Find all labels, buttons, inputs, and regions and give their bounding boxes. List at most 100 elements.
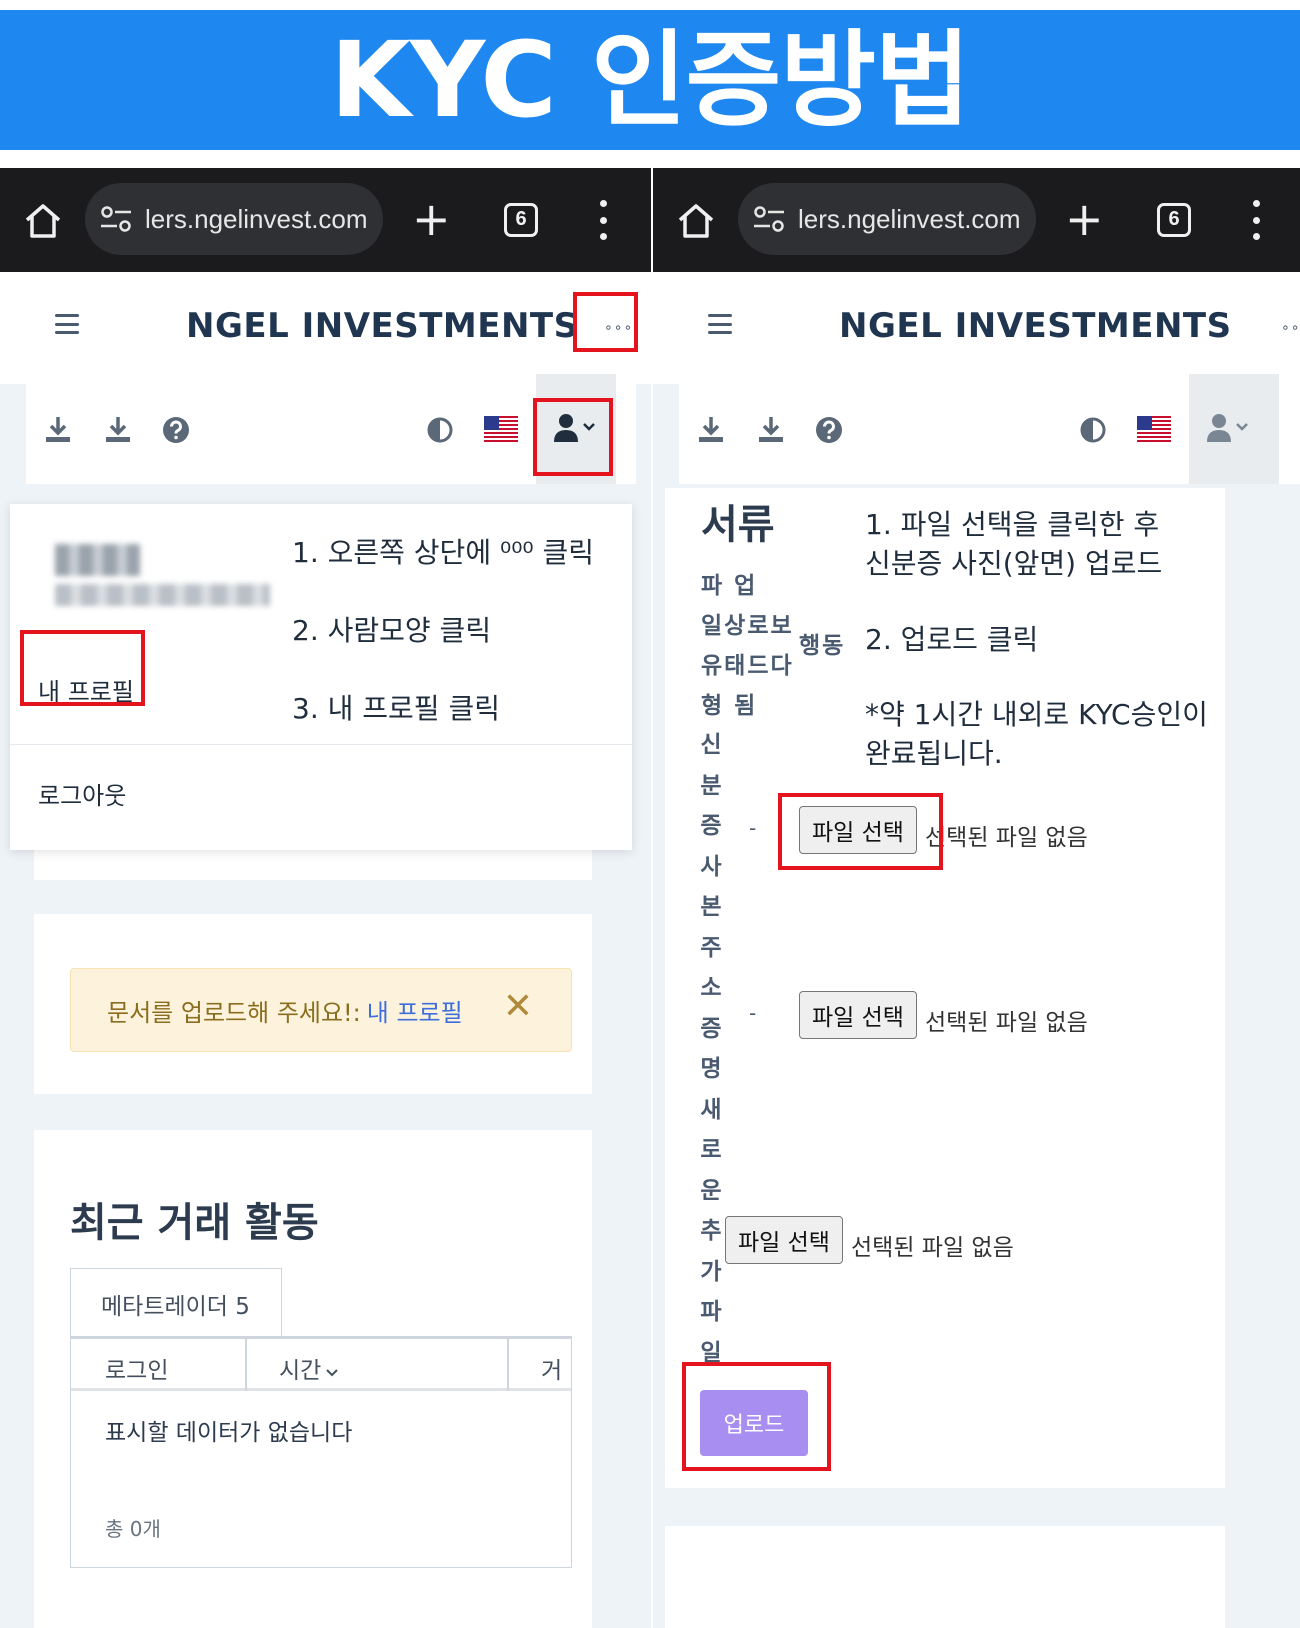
instruction-step: 2. 사람모양 클릭 xyxy=(292,614,492,647)
label-char: 운 xyxy=(700,1177,722,1204)
total-count: 총 0개 xyxy=(105,1517,161,1541)
next-card xyxy=(665,1526,1225,1628)
new-tab-icon[interactable]: + xyxy=(412,196,451,242)
download-icon[interactable] xyxy=(102,414,134,446)
column-divider xyxy=(245,1339,247,1391)
browser-toolbar: lers.ngelinvest.com + 6 xyxy=(0,168,651,272)
address-bar[interactable]: lers.ngelinvest.com xyxy=(85,183,383,255)
theme-toggle-icon[interactable] xyxy=(1077,414,1109,446)
label-char: 추 xyxy=(700,1218,722,1244)
label-char: 증 xyxy=(700,1015,722,1042)
alert-text: 문서를 업로드해 주세요!: xyxy=(107,998,361,1027)
menu-item-logout[interactable]: 로그아웃 xyxy=(38,776,126,811)
chevron-down-icon xyxy=(326,1369,339,1377)
upload-alert: 문서를 업로드해 주세요!: 내 프로필 ✕ xyxy=(70,968,572,1052)
label-char: 새 xyxy=(700,1096,722,1123)
right-phone-screenshot: lers.ngelinvest.com + 6 NGEL INVESTMENTS… xyxy=(651,168,1300,1628)
no-file-text: 선택된 파일 없음 xyxy=(925,825,1088,851)
instruction-steps: 1. 오른쪽 상단에 ⁰⁰⁰ 클릭 2. 사람모양 클릭 3. 내 프로필 클릭 xyxy=(292,536,594,770)
label-char: 일 xyxy=(700,1339,722,1366)
home-icon[interactable] xyxy=(675,200,717,242)
blurred-email xyxy=(55,584,270,606)
tab-switcher-icon[interactable]: 6 xyxy=(1157,203,1191,237)
instruction-step: 1. 파일 선택을 클릭한 후 xyxy=(865,508,1160,541)
label-char: 주 xyxy=(700,934,722,961)
label-char: 분 xyxy=(700,772,722,799)
close-icon[interactable]: ✕ xyxy=(503,989,533,1025)
status-dash: - xyxy=(749,1001,757,1025)
account-toolbar xyxy=(26,374,636,484)
documents-title: 서류 xyxy=(701,502,775,548)
tab-switcher-icon[interactable]: 6 xyxy=(504,203,538,237)
instruction-step: 3. 내 프로필 클릭 xyxy=(292,692,500,725)
label-char: 소 xyxy=(700,975,722,1001)
label-char: 로 xyxy=(700,1137,722,1163)
download-icon[interactable] xyxy=(755,414,787,446)
download-icon[interactable] xyxy=(695,414,727,446)
more-options-icon[interactable]: ∘∘∘ xyxy=(604,320,633,336)
home-icon[interactable] xyxy=(22,200,64,242)
column-divider xyxy=(507,1339,509,1391)
instruction-step: 2. 업로드 클릭 xyxy=(865,623,1039,657)
menu-item-my-profile[interactable]: 내 프로필 xyxy=(38,672,134,707)
table-header: 로그인 시간 거 xyxy=(71,1339,571,1391)
no-file-text: 선택된 파일 없음 xyxy=(851,1235,1014,1261)
no-file-text: 선택된 파일 없음 xyxy=(925,1010,1088,1036)
file-select-button[interactable]: 파일 선택 xyxy=(725,1216,843,1264)
site-header: NGEL INVESTMENTS ∘∘∘ xyxy=(0,272,651,384)
blurred-username xyxy=(55,544,140,576)
instruction-step: 1. 오른쪽 상단에 ⁰⁰⁰ 클릭 xyxy=(292,536,595,569)
hamburger-icon[interactable] xyxy=(708,314,732,334)
empty-message: 표시할 데이터가 없습니다 xyxy=(105,1420,353,1446)
url-text: lers.ngelinvest.com xyxy=(145,203,368,234)
column-time-label: 시간 xyxy=(279,1358,322,1384)
title-banner: KYC 인증방법 xyxy=(0,10,1300,150)
user-icon xyxy=(1207,414,1248,442)
account-toolbar xyxy=(679,374,1300,484)
hamburger-icon[interactable] xyxy=(55,314,79,334)
status-dash: - xyxy=(749,816,757,840)
upload-button[interactable]: 업로드 xyxy=(700,1390,808,1456)
column-login[interactable]: 로그인 xyxy=(105,1351,168,1385)
user-menu-button[interactable] xyxy=(1189,374,1279,484)
instruction-note: 완료됩니다. xyxy=(865,736,1003,770)
column-header: 형 됨 xyxy=(701,693,758,719)
new-tab-icon[interactable]: + xyxy=(1065,196,1104,242)
user-menu-button[interactable] xyxy=(536,374,616,484)
file-select-button[interactable]: 파일 선택 xyxy=(799,991,917,1039)
help-icon[interactable] xyxy=(813,414,845,446)
label-char: 본 xyxy=(700,894,722,920)
alert-profile-link[interactable]: 내 프로필 xyxy=(367,993,463,1028)
theme-toggle-icon[interactable] xyxy=(424,414,456,446)
label-char: 명 xyxy=(700,1056,722,1082)
recent-activity-title: 최근 거래 활동 xyxy=(70,1200,319,1246)
instruction-steps: 1. 파일 선택을 클릭한 후 신분증 사진(앞면) 업로드 2. 업로드 클릭… xyxy=(865,506,1208,773)
more-options-icon[interactable]: ∘∘∘ xyxy=(1281,320,1300,336)
file-select-button[interactable]: 파일 선택 xyxy=(799,806,917,854)
document-label-id-copy: 신 분 증 사 본 주 소 증 명 새 로 운 xyxy=(696,734,726,1220)
label-char: 사 xyxy=(700,853,722,880)
us-flag-icon[interactable] xyxy=(1137,416,1171,442)
column-header-action: 행동 xyxy=(799,633,846,659)
address-bar[interactable]: lers.ngelinvest.com xyxy=(738,183,1036,255)
label-char: 신 xyxy=(700,732,722,758)
us-flag-icon[interactable] xyxy=(484,416,518,442)
site-settings-icon[interactable] xyxy=(99,204,133,234)
column-truncated[interactable]: 거 xyxy=(541,1351,562,1385)
download-icon[interactable] xyxy=(42,414,74,446)
label-char: 증 xyxy=(700,813,722,839)
help-icon[interactable] xyxy=(160,414,192,446)
browser-menu-icon[interactable] xyxy=(598,200,608,240)
column-header: 일상로보 xyxy=(701,613,794,639)
document-label-extra-file: 추 가 파 일 xyxy=(696,1220,726,1382)
tab-metatrader5[interactable]: 메타트레이더 5 xyxy=(70,1268,282,1338)
column-time[interactable]: 시간 xyxy=(279,1351,339,1385)
browser-toolbar: lers.ngelinvest.com + 6 xyxy=(653,168,1300,272)
left-phone-screenshot: lers.ngelinvest.com + 6 NGEL INVESTMENTS… xyxy=(0,168,651,1628)
instruction-step: 신분증 사진(앞면) 업로드 xyxy=(865,546,1163,580)
column-header: 유태드다 xyxy=(701,653,794,679)
label-char: 파 xyxy=(700,1299,722,1325)
site-settings-icon[interactable] xyxy=(752,204,786,234)
user-icon xyxy=(554,414,595,442)
browser-menu-icon[interactable] xyxy=(1251,200,1261,240)
